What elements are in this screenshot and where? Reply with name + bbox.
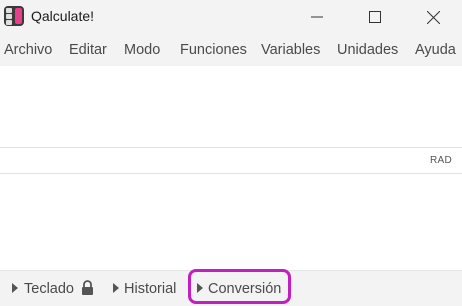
menu-editar[interactable]: Editar xyxy=(69,42,107,58)
menu-archivo[interactable]: Archivo xyxy=(4,42,52,58)
close-icon xyxy=(426,10,440,24)
maximize-button[interactable] xyxy=(346,0,404,34)
menu-bar: Archivo Editar Modo Funciones Variables … xyxy=(0,34,462,66)
minimize-icon xyxy=(311,16,323,18)
menu-unidades[interactable]: Unidades xyxy=(337,42,398,58)
minimize-button[interactable] xyxy=(288,0,346,34)
conversion-highlight-box xyxy=(188,269,291,304)
expression-input[interactable] xyxy=(0,66,462,148)
window-title: Qalculate! xyxy=(31,8,95,24)
menu-modo[interactable]: Modo xyxy=(124,42,160,58)
maximize-icon xyxy=(369,11,381,23)
menu-variables[interactable]: Variables xyxy=(261,42,320,58)
history-expander-icon[interactable] xyxy=(113,283,119,293)
qalculate-app-icon xyxy=(4,6,24,26)
title-bar: Qalculate! xyxy=(0,0,462,34)
history-toggle[interactable]: Historial xyxy=(124,281,176,297)
angle-unit-indicator[interactable]: RAD xyxy=(430,155,452,166)
status-row: RAD xyxy=(0,148,462,174)
keypad-toggle[interactable]: Teclado xyxy=(24,281,74,297)
menu-funciones[interactable]: Funciones xyxy=(180,42,247,58)
result-display xyxy=(0,174,462,270)
keypad-expander-icon[interactable] xyxy=(12,283,18,293)
lock-icon[interactable] xyxy=(81,280,94,296)
close-button[interactable] xyxy=(404,0,462,34)
menu-ayuda[interactable]: Ayuda xyxy=(415,42,456,58)
